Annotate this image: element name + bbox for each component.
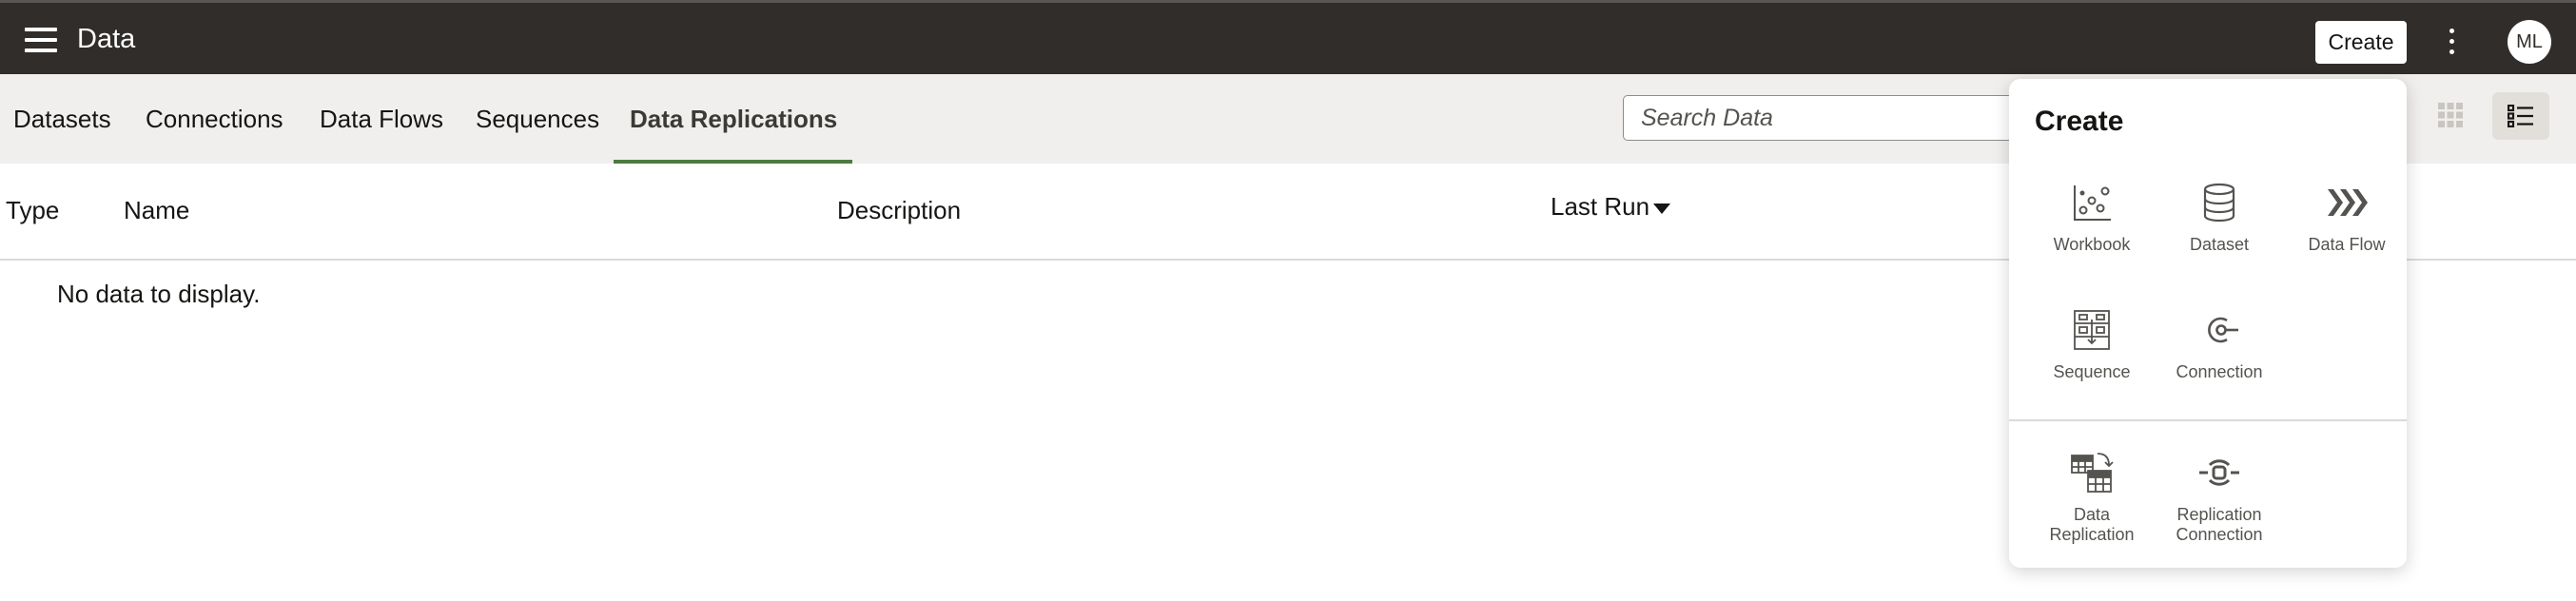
app-header: Data Create ML: [0, 0, 2576, 74]
create-data-replication-label-line2: Replication: [2049, 525, 2135, 544]
tab-datasets[interactable]: Datasets: [13, 74, 111, 164]
tab-data-flows[interactable]: Data Flows: [320, 74, 443, 164]
tab-connections[interactable]: Connections: [146, 74, 283, 164]
dataset-icon: [2203, 183, 2235, 223]
create-dataset-item[interactable]: Dataset: [2159, 180, 2279, 255]
user-avatar[interactable]: ML: [2508, 20, 2551, 64]
grid-view-icon[interactable]: [2433, 93, 2468, 137]
column-header-last-run-label: Last Run: [1551, 192, 1650, 221]
connection-icon: [2208, 317, 2238, 343]
sort-descending-icon: [1653, 203, 1671, 214]
tab-data-replications[interactable]: Data Replications: [630, 74, 837, 164]
create-sequence-item[interactable]: Sequence: [2032, 307, 2152, 382]
create-replication-connection-label-line2: Connection: [2176, 525, 2263, 544]
create-menu-divider: [2009, 419, 2407, 421]
create-dataset-label: Dataset: [2189, 235, 2250, 254]
create-data-replication-label-line1: Data: [2073, 505, 2111, 524]
data-replication-icon: [2071, 453, 2114, 493]
hamburger-menu-icon[interactable]: [25, 28, 57, 52]
create-data-replication-label: Data Replication: [2032, 505, 2152, 545]
create-data-replication-item[interactable]: Data Replication: [2032, 450, 2152, 545]
create-menu-popup: Create Workbook Dataset Data Flow Sequen…: [2009, 79, 2407, 568]
create-menu-title: Create: [2035, 106, 2124, 137]
column-header-description[interactable]: Description: [837, 196, 961, 225]
search-field[interactable]: [1623, 95, 2013, 141]
create-sequence-label: Sequence: [2053, 362, 2131, 381]
create-connection-item[interactable]: Connection: [2159, 307, 2279, 382]
create-workbook-item[interactable]: Workbook: [2032, 180, 2152, 255]
create-button[interactable]: Create: [2315, 21, 2407, 64]
create-replication-connection-label: Replication Connection: [2159, 505, 2279, 545]
workbook-icon: [2074, 185, 2111, 221]
create-workbook-label: Workbook: [2053, 235, 2131, 254]
create-data-flow-label: Data Flow: [2308, 235, 2386, 254]
more-options-icon[interactable]: [2442, 26, 2461, 58]
column-header-last-run[interactable]: Last Run: [1551, 192, 1671, 222]
data-flow-icon: [2328, 189, 2368, 216]
create-data-flow-item[interactable]: Data Flow: [2287, 180, 2407, 255]
empty-table-message: No data to display.: [57, 280, 261, 308]
create-connection-label: Connection: [2176, 362, 2263, 381]
create-replication-connection-item[interactable]: Replication Connection: [2159, 450, 2279, 545]
page-title: Data: [77, 24, 136, 54]
search-input[interactable]: [1624, 96, 2012, 140]
sequence-icon: [2074, 310, 2110, 350]
replication-connection-icon: [2199, 459, 2239, 486]
column-header-type[interactable]: Type: [6, 196, 59, 225]
create-replication-connection-label-line1: Replication: [2176, 505, 2262, 524]
column-header-name[interactable]: Name: [124, 196, 189, 225]
list-view-icon[interactable]: [2492, 92, 2549, 140]
tab-sequences[interactable]: Sequences: [476, 74, 599, 164]
